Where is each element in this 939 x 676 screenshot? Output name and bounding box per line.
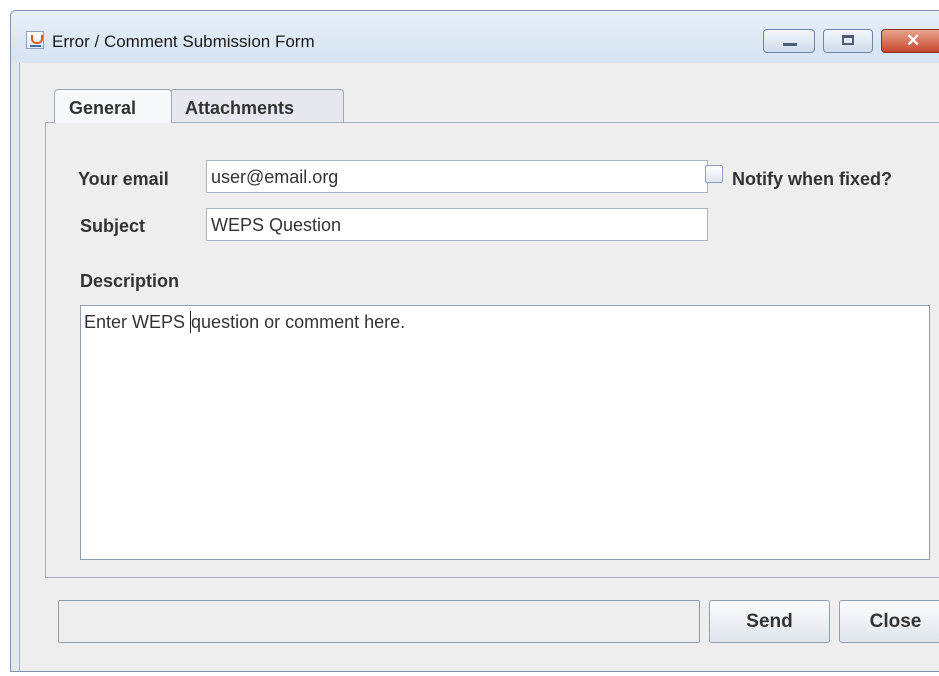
title-bar[interactable]: Error / Comment Submission Form ✕ — [11, 11, 939, 63]
tab-attachments[interactable]: Attachments — [170, 89, 344, 123]
notify-label[interactable]: Notify when fixed? — [732, 169, 892, 190]
close-window-button[interactable]: ✕ — [881, 29, 939, 53]
email-field[interactable]: user@email.org — [206, 160, 708, 193]
description-text-after-caret: question or comment here. — [191, 312, 406, 332]
status-field — [58, 600, 700, 643]
maximize-icon — [842, 35, 854, 45]
dialog-content: General Attachments Your email user@emai… — [19, 63, 939, 671]
subject-label: Subject — [80, 216, 146, 236]
description-label: Description — [80, 271, 180, 291]
subject-field[interactable]: WEPS Question — [206, 208, 708, 241]
minimize-icon — [783, 43, 797, 46]
window-title: Error / Comment Submission Form — [52, 32, 315, 51]
maximize-button[interactable] — [823, 29, 873, 53]
description-text-before-caret: Enter WEPS — [84, 312, 191, 332]
close-icon: ✕ — [906, 31, 921, 50]
description-textarea[interactable]: Enter WEPS question or comment here. — [80, 305, 930, 560]
send-button[interactable]: Send — [709, 600, 830, 643]
minimize-button[interactable] — [763, 29, 815, 53]
email-label: Your email — [78, 169, 169, 189]
java-app-icon — [26, 31, 44, 49]
submission-form-window: Error / Comment Submission Form ✕ Genera… — [10, 10, 939, 672]
tab-general[interactable]: General — [54, 89, 172, 123]
description-text: Enter WEPS question or comment here. — [84, 311, 405, 333]
notify-checkbox[interactable] — [705, 165, 723, 183]
close-button[interactable]: Close — [839, 600, 939, 643]
